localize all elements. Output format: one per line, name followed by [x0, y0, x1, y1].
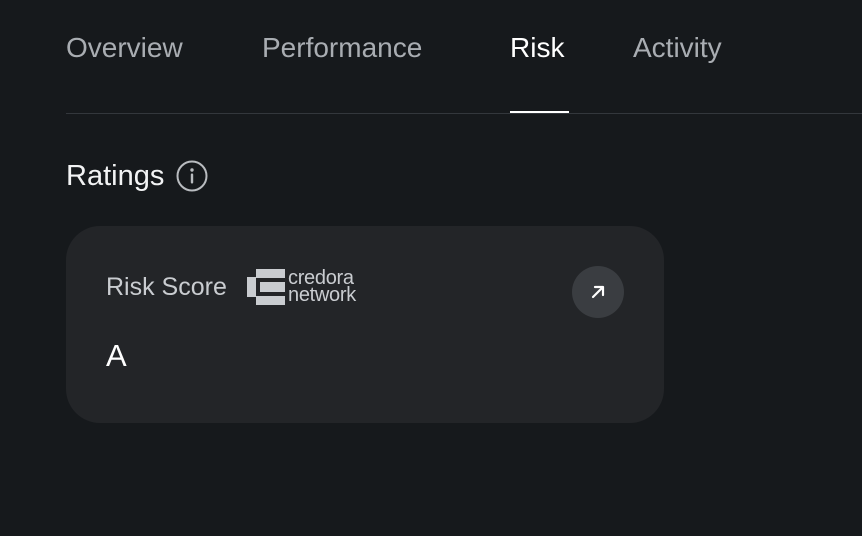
info-icon[interactable] — [176, 160, 208, 192]
tab-risk[interactable]: Risk — [510, 30, 564, 66]
ratings-title: Ratings — [66, 160, 165, 192]
ratings-heading: Ratings — [66, 158, 208, 194]
credora-logo-text: credora network — [288, 267, 356, 306]
tab-bar: Overview Performance Risk Activity — [66, 0, 862, 114]
risk-score-value: A — [106, 338, 127, 373]
credora-mark-icon — [247, 269, 285, 305]
risk-score-card: Risk Score credora network A — [66, 226, 664, 423]
page: Overview Performance Risk Activity Ratin… — [0, 0, 862, 536]
active-tab-indicator — [510, 111, 569, 113]
arrow-up-right-icon — [591, 285, 605, 299]
risk-score-label: Risk Score — [106, 273, 227, 301]
tab-performance[interactable]: Performance — [262, 30, 422, 66]
credora-network-logo: credora network — [247, 267, 356, 306]
open-external-button[interactable] — [572, 266, 624, 318]
tab-activity[interactable]: Activity — [633, 30, 722, 66]
tab-overview[interactable]: Overview — [66, 30, 183, 66]
